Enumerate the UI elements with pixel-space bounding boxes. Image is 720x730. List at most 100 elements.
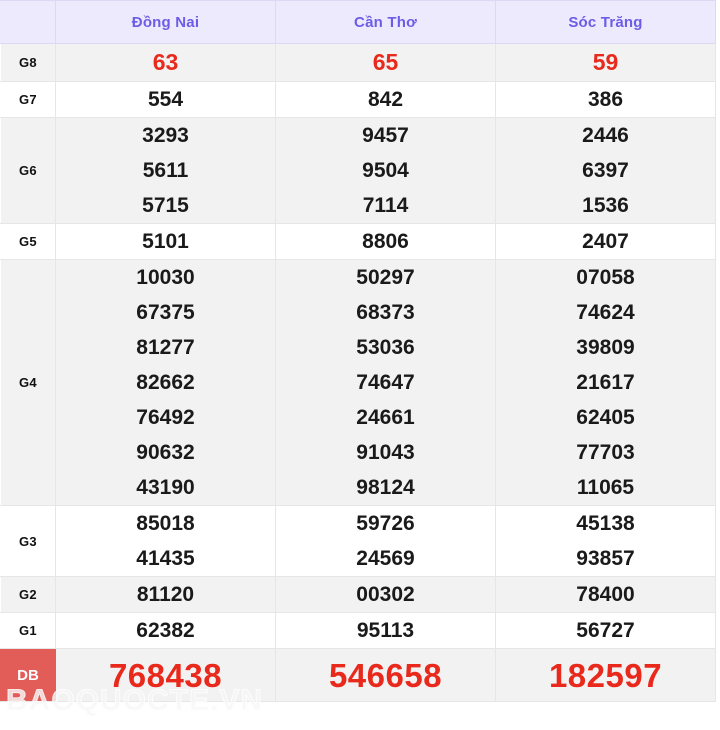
lottery-number: 62382 xyxy=(136,619,195,642)
lottery-number: 21617 xyxy=(576,371,635,394)
lottery-number: 2446 xyxy=(582,124,629,147)
number-stack: 5101 xyxy=(56,224,275,259)
table-row: G6 3293 5611 5715 9457 9504 7114 2446 63… xyxy=(0,117,716,224)
prize-cell-g6-soctrang: 2446 6397 1536 xyxy=(495,117,716,224)
number-stack: 386 xyxy=(496,82,715,117)
lottery-number: 90632 xyxy=(136,441,195,464)
lottery-number: 10030 xyxy=(136,266,195,289)
number-stack: 65 xyxy=(276,44,495,81)
prize-cell-g2-soctrang: 78400 xyxy=(495,576,716,613)
table-row: G8 63 65 59 xyxy=(0,43,716,82)
number-stack: 9457 9504 7114 xyxy=(276,118,495,223)
lottery-results-table: Đồng Nai Cần Thơ Sóc Trăng G8 63 65 59 G… xyxy=(0,0,716,702)
lottery-number: 45138 xyxy=(576,512,635,535)
prize-label-g2: G2 xyxy=(0,576,56,613)
lottery-number: 41435 xyxy=(136,547,195,570)
prize-cell-db-soctrang: 182597 xyxy=(495,648,716,702)
prize-cell-g6-cantho: 9457 9504 7114 xyxy=(275,117,496,224)
number-stack: 81120 xyxy=(56,577,275,612)
prize-cell-g3-dongnai: 85018 41435 xyxy=(55,505,276,577)
number-stack: 59 xyxy=(496,44,715,81)
table-header: Đồng Nai Cần Thơ Sóc Trăng xyxy=(0,0,716,44)
lottery-number: 68373 xyxy=(356,301,415,324)
lottery-number: 81277 xyxy=(136,336,195,359)
lottery-number: 85018 xyxy=(136,512,195,535)
number-stack: 62382 xyxy=(56,613,275,648)
prize-cell-g7-soctrang: 386 xyxy=(495,81,716,118)
header-province-1: Đồng Nai xyxy=(55,0,276,44)
number-stack: 45138 93857 xyxy=(496,506,715,576)
prize-cell-g1-dongnai: 62382 xyxy=(55,612,276,649)
lottery-number: 82662 xyxy=(136,371,195,394)
lottery-number: 50297 xyxy=(356,266,415,289)
lottery-number: 62405 xyxy=(576,406,635,429)
lottery-number: 24569 xyxy=(356,547,415,570)
prize-label-db: DB xyxy=(0,648,56,702)
table-row: G2 81120 00302 78400 xyxy=(0,576,716,613)
lottery-number: 53036 xyxy=(356,336,415,359)
number-stack: 554 xyxy=(56,82,275,117)
lottery-number: 67375 xyxy=(136,301,195,324)
prize-cell-g2-cantho: 00302 xyxy=(275,576,496,613)
prize-cell-g3-soctrang: 45138 93857 xyxy=(495,505,716,577)
number-stack: 10030 67375 81277 82662 76492 90632 4319… xyxy=(56,260,275,505)
lottery-number: 5101 xyxy=(142,230,189,253)
lottery-number: 1536 xyxy=(582,194,629,217)
number-stack: 546658 xyxy=(276,652,495,699)
lottery-number: 24661 xyxy=(356,406,415,429)
header-province-2: Cần Thơ xyxy=(275,0,496,44)
prize-label-g5: G5 xyxy=(0,223,56,260)
prize-cell-g2-dongnai: 81120 xyxy=(55,576,276,613)
number-stack: 85018 41435 xyxy=(56,506,275,576)
lottery-number: 5611 xyxy=(142,159,189,182)
lottery-number: 2407 xyxy=(582,230,629,253)
prize-cell-g6-dongnai: 3293 5611 5715 xyxy=(55,117,276,224)
prize-cell-g4-soctrang: 07058 74624 39809 21617 62405 77703 1106… xyxy=(495,259,716,506)
lottery-number: 11065 xyxy=(576,476,635,499)
lottery-number: 768438 xyxy=(108,656,223,694)
lottery-number: 77703 xyxy=(576,441,635,464)
table-row: G3 85018 41435 59726 24569 45138 93857 xyxy=(0,505,716,577)
prize-cell-g8-dongnai: 63 xyxy=(55,43,276,82)
number-stack: 768438 xyxy=(56,652,275,699)
lottery-number: 81120 xyxy=(136,583,195,606)
lottery-number: 00302 xyxy=(356,583,415,606)
lottery-number: 95113 xyxy=(356,619,415,642)
lottery-number: 76492 xyxy=(136,406,195,429)
lottery-number: 98124 xyxy=(356,476,415,499)
table-body: G8 63 65 59 G7 554 842 386 G6 3293 5611 … xyxy=(0,43,716,702)
lottery-number: 546658 xyxy=(328,656,443,694)
number-stack: 56727 xyxy=(496,613,715,648)
lottery-number: 3293 xyxy=(142,124,189,147)
number-stack: 95113 xyxy=(276,613,495,648)
lottery-number: 9457 xyxy=(362,124,409,147)
prize-label-g6: G6 xyxy=(0,117,56,224)
lottery-number: 182597 xyxy=(548,656,663,694)
header-row: Đồng Nai Cần Thơ Sóc Trăng xyxy=(0,0,716,44)
header-corner-cell xyxy=(0,0,56,44)
number-stack: 8806 xyxy=(276,224,495,259)
lottery-number: 74624 xyxy=(576,301,635,324)
prize-cell-db-cantho: 546658 xyxy=(275,648,496,702)
lottery-number: 386 xyxy=(587,88,624,111)
number-stack: 182597 xyxy=(496,652,715,699)
prize-cell-g8-cantho: 65 xyxy=(275,43,496,82)
lottery-number: 65 xyxy=(372,49,399,75)
lottery-number: 842 xyxy=(367,88,404,111)
lottery-results-panel: Đồng Nai Cần Thơ Sóc Trăng G8 63 65 59 G… xyxy=(0,0,720,730)
number-stack: 00302 xyxy=(276,577,495,612)
table-row: G4 10030 67375 81277 82662 76492 90632 4… xyxy=(0,259,716,506)
lottery-number: 59726 xyxy=(356,512,415,535)
number-stack: 63 xyxy=(56,44,275,81)
lottery-number: 6397 xyxy=(582,159,629,182)
table-row: G1 62382 95113 56727 xyxy=(0,612,716,649)
number-stack: 2446 6397 1536 xyxy=(496,118,715,223)
number-stack: 2407 xyxy=(496,224,715,259)
lottery-number: 78400 xyxy=(576,583,635,606)
header-province-3: Sóc Trăng xyxy=(495,0,716,44)
prize-cell-g5-cantho: 8806 xyxy=(275,223,496,260)
lottery-number: 43190 xyxy=(136,476,195,499)
prize-cell-g1-cantho: 95113 xyxy=(275,612,496,649)
prize-label-g3: G3 xyxy=(0,505,56,577)
prize-cell-g5-soctrang: 2407 xyxy=(495,223,716,260)
